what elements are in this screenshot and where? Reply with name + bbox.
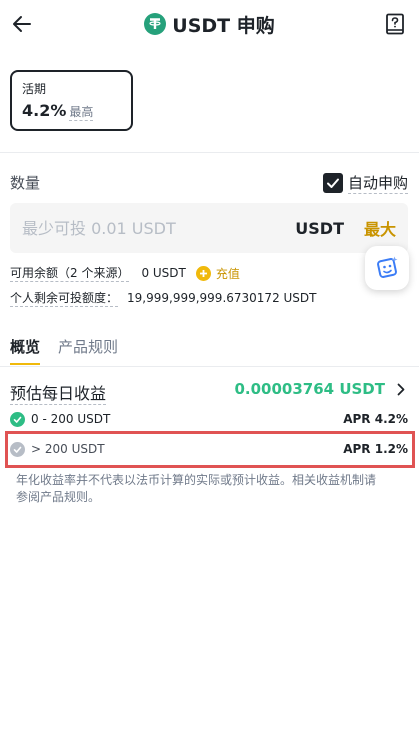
- auto-subscribe-checkbox[interactable]: [322, 173, 343, 193]
- tab-overview[interactable]: 概览: [10, 336, 41, 365]
- section-divider: [0, 152, 419, 153]
- remaining-limit-row: 个人剩余可投额度： 19,999,999,999.6730172 USDT: [10, 289, 316, 307]
- topup-link[interactable]: 充值: [216, 265, 240, 282]
- estimated-daily-earnings-value: 0.00003764 USDT: [234, 380, 385, 398]
- chevron-right-icon: [397, 383, 405, 395]
- available-balance-row: 可用余额（2 个来源） 0 USDT 充值: [10, 264, 240, 282]
- guide-button[interactable]: [383, 12, 407, 36]
- tier-range: 0 - 200 USDT: [31, 412, 111, 426]
- tier-apr: APR 1.2%: [343, 442, 408, 456]
- check-circle-icon: [10, 411, 25, 427]
- estimated-daily-earnings-link[interactable]: 0.00003764 USDT: [234, 380, 405, 398]
- apr-tier-row: > 200 USDT APR 1.2%: [10, 438, 408, 460]
- apr-tier-row: 0 - 200 USDT APR 4.2%: [10, 408, 408, 430]
- tab-product-rules[interactable]: 产品规则: [58, 336, 118, 365]
- assistant-button[interactable]: [365, 246, 409, 290]
- auto-subscribe-toggle[interactable]: 自动申购: [322, 172, 408, 194]
- tier-range: > 200 USDT: [31, 442, 105, 456]
- estimated-daily-earnings-label: 预估每日收益: [10, 380, 107, 405]
- term-rate: 4.2%: [22, 101, 67, 120]
- header: USDT 申购: [0, 0, 419, 48]
- plus-circle-icon[interactable]: [195, 265, 211, 281]
- remaining-limit-label[interactable]: 个人剩余可投额度：: [10, 289, 119, 307]
- page-title: USDT 申购: [172, 14, 275, 37]
- apr-disclaimer: 年化收益率并不代表以法币计算的实际或预计收益。相关收益机制请参阅产品规则。: [16, 473, 377, 504]
- amount-input[interactable]: [22, 218, 296, 238]
- amount-unit: USDT: [295, 218, 344, 238]
- amount-field: USDT 最大: [10, 203, 408, 253]
- max-button[interactable]: 最大: [364, 216, 396, 240]
- check-icon: [326, 178, 339, 188]
- title-group: USDT 申购: [0, 10, 419, 38]
- content-tabs: 概览 产品规则: [10, 336, 118, 365]
- auto-subscribe-label: 自动申购: [347, 174, 408, 194]
- tether-icon: [144, 13, 167, 35]
- quantity-label: 数量: [10, 174, 41, 192]
- term-label: 活期: [22, 82, 47, 96]
- available-balance-value: 0 USDT: [141, 266, 186, 280]
- tier-apr: APR 4.2%: [343, 412, 408, 426]
- assistant-face-icon: [377, 256, 398, 278]
- available-balance-label[interactable]: 可用余额（2 个来源）: [10, 264, 130, 282]
- book-question-icon: [386, 13, 404, 35]
- term-rate-suffix: 最高: [69, 105, 94, 121]
- remaining-limit-value: 19,999,999,999.6730172 USDT: [127, 291, 317, 305]
- check-circle-icon: [10, 441, 25, 457]
- term-card-flexible[interactable]: 活期 4.2% 最高: [10, 70, 133, 131]
- tab-divider: [0, 366, 419, 367]
